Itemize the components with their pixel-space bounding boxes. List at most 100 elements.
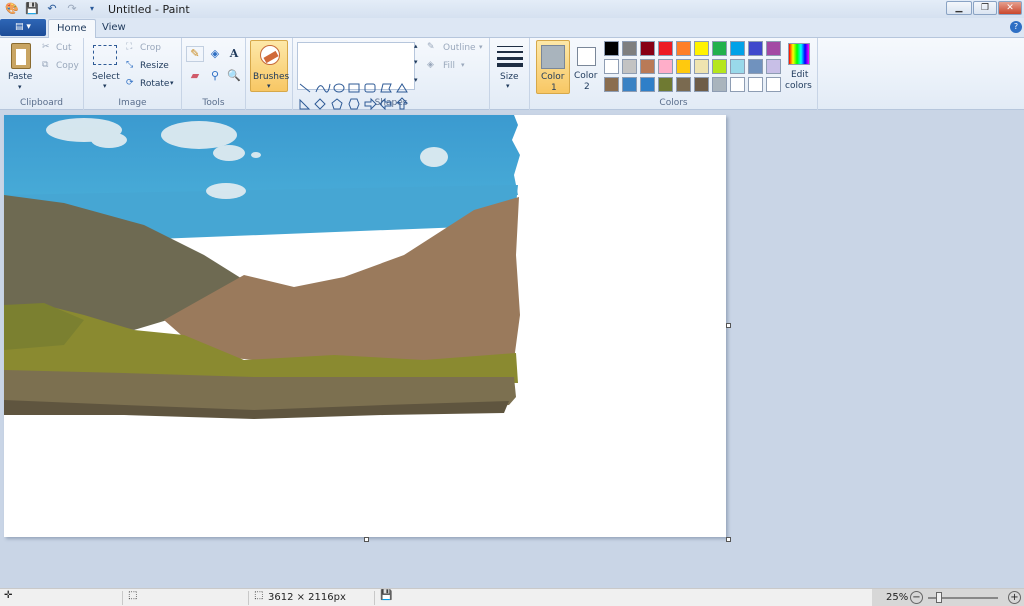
palette-swatch[interactable] — [766, 59, 781, 74]
palette-swatch[interactable] — [766, 41, 781, 56]
crop-label: Crop — [140, 43, 162, 53]
palette-swatch[interactable] — [694, 41, 709, 56]
color-picker-icon[interactable]: ⚲ — [206, 68, 224, 84]
crop-icon: ⛶ — [126, 42, 133, 52]
palette-swatch[interactable] — [640, 59, 655, 74]
right-triangle-shape-icon — [299, 98, 311, 110]
brushes-label: Brushes — [253, 72, 290, 82]
rotate-label: Rotate — [140, 79, 170, 89]
colors-group-label: Colors — [659, 98, 688, 108]
palette-swatch[interactable] — [658, 41, 673, 56]
palette-swatch[interactable] — [658, 77, 673, 92]
status-separator — [248, 591, 249, 605]
palette-swatch[interactable] — [622, 41, 637, 56]
save-icon[interactable]: 💾 — [24, 2, 40, 16]
eraser-icon[interactable]: ▰ — [186, 68, 204, 84]
image-group: Select ▾ ⛶ Crop ⤡ Resize ⟳ Rotate ▾ Imag… — [84, 38, 182, 110]
window-title: Untitled - Paint — [108, 2, 190, 16]
palette-swatch[interactable] — [730, 59, 745, 74]
pencil-icon[interactable]: ✎ — [186, 46, 204, 62]
hexagon-shape-icon — [348, 98, 360, 110]
shapes-scroll-down-icon[interactable]: ▾ — [414, 58, 418, 66]
canvas-resize-handle-right[interactable] — [726, 323, 731, 328]
size-button[interactable]: Size ▾ — [495, 42, 525, 92]
customize-quick-access-icon[interactable]: ▾ — [84, 2, 100, 16]
cursor-position-icon: ✛ — [4, 590, 13, 601]
colors-group: Color 1 Color 2 Edit colors Colors — [530, 38, 818, 110]
zoom-out-button[interactable]: − — [910, 591, 923, 604]
palette-swatch[interactable] — [694, 77, 709, 92]
color1-swatch — [541, 45, 565, 69]
palette-swatch[interactable] — [712, 59, 727, 74]
palette-swatch[interactable] — [766, 77, 781, 92]
rotate-button[interactable]: ⟳ Rotate ▾ — [126, 78, 180, 92]
palette-swatch[interactable] — [748, 59, 763, 74]
cut-button[interactable]: ✂ Cut — [42, 42, 80, 56]
palette-swatch[interactable] — [622, 77, 637, 92]
palette-swatch[interactable] — [748, 77, 763, 92]
palette-swatch[interactable] — [604, 41, 619, 56]
crop-button[interactable]: ⛶ Crop — [126, 42, 178, 56]
palette-swatch[interactable] — [640, 77, 655, 92]
select-button[interactable]: Select ▾ — [90, 42, 122, 92]
palette-swatch[interactable] — [640, 41, 655, 56]
status-bar: ✛ ⬚ ⬚ 3612 × 2116px 💾 25% − + — [0, 588, 1024, 606]
resize-icon: ⤡ — [126, 60, 134, 70]
zoom-in-button[interactable]: + — [1008, 591, 1021, 604]
tools-group-label: Tools — [202, 98, 225, 108]
color2-button[interactable]: Color 2 — [572, 40, 602, 94]
zoom-slider-thumb[interactable] — [936, 592, 942, 603]
palette-swatch[interactable] — [730, 77, 745, 92]
tab-view[interactable]: View — [94, 19, 134, 38]
drawing-canvas[interactable] — [4, 115, 726, 537]
zoom-level: 25% — [886, 592, 909, 603]
edit-colors-label-line1: Edit — [791, 70, 809, 80]
paste-button[interactable]: Paste ▾ — [4, 41, 38, 93]
redo-icon[interactable]: ↷ — [64, 2, 80, 16]
outline-icon: ✎ — [427, 42, 435, 52]
fill-button[interactable]: ◈ Fill ▾ — [427, 60, 489, 74]
canvas-resize-handle-bottom[interactable] — [364, 537, 369, 542]
file-menu-button[interactable]: ▤ ▾ — [0, 19, 46, 36]
brushes-button[interactable]: Brushes ▾ — [250, 40, 290, 92]
palette-swatch[interactable] — [712, 77, 727, 92]
resize-button[interactable]: ⤡ Resize — [126, 60, 178, 74]
palette-swatch[interactable] — [730, 41, 745, 56]
undo-icon[interactable]: ↶ — [44, 2, 60, 16]
palette-swatch[interactable] — [604, 59, 619, 74]
palette-swatch[interactable] — [694, 59, 709, 74]
paint-app-icon[interactable]: 🎨 — [4, 2, 20, 16]
pentagon-shape-icon — [331, 98, 343, 110]
help-icon[interactable]: ? — [1010, 21, 1022, 33]
text-icon[interactable]: A — [225, 46, 243, 62]
minimize-button[interactable]: ▁ — [946, 1, 972, 15]
brushes-dropdown-icon: ▾ — [267, 82, 271, 90]
file-size-icon: 💾 — [380, 590, 393, 601]
fill-bucket-icon[interactable]: ◈ — [206, 46, 224, 62]
copy-button[interactable]: ⧉ Copy — [42, 60, 80, 74]
maximize-button[interactable]: ❐ — [973, 1, 997, 15]
palette-swatch[interactable] — [622, 59, 637, 74]
color-wheel-icon — [788, 43, 810, 65]
color1-button[interactable]: Color 1 — [536, 40, 570, 94]
palette-swatch[interactable] — [676, 41, 691, 56]
tab-home[interactable]: Home — [48, 19, 96, 39]
palette-swatch[interactable] — [658, 59, 673, 74]
title-bar: 🎨 💾 ↶ ↷ ▾ Untitled - Paint ▁ ❐ ✕ — [0, 0, 1024, 18]
fill-label: Fill — [443, 61, 456, 71]
palette-swatch[interactable] — [604, 77, 619, 92]
close-button[interactable]: ✕ — [998, 1, 1022, 15]
palette-swatch[interactable] — [712, 41, 727, 56]
magnifier-icon[interactable]: 🔍 — [225, 68, 243, 84]
shapes-scroll-up-icon[interactable]: ▴ — [414, 42, 418, 50]
canvas-resize-handle-corner[interactable] — [726, 537, 731, 542]
image-group-label: Image — [118, 98, 147, 108]
edit-colors-button[interactable]: Edit colors — [782, 41, 816, 95]
clipboard-icon — [11, 43, 31, 69]
drawing-workspace[interactable] — [0, 110, 1024, 588]
palette-swatch[interactable] — [748, 41, 763, 56]
fill-dropdown-icon: ▾ — [461, 61, 465, 69]
palette-swatch[interactable] — [676, 59, 691, 74]
palette-swatch[interactable] — [676, 77, 691, 92]
outline-button[interactable]: ✎ Outline ▾ — [427, 42, 489, 56]
